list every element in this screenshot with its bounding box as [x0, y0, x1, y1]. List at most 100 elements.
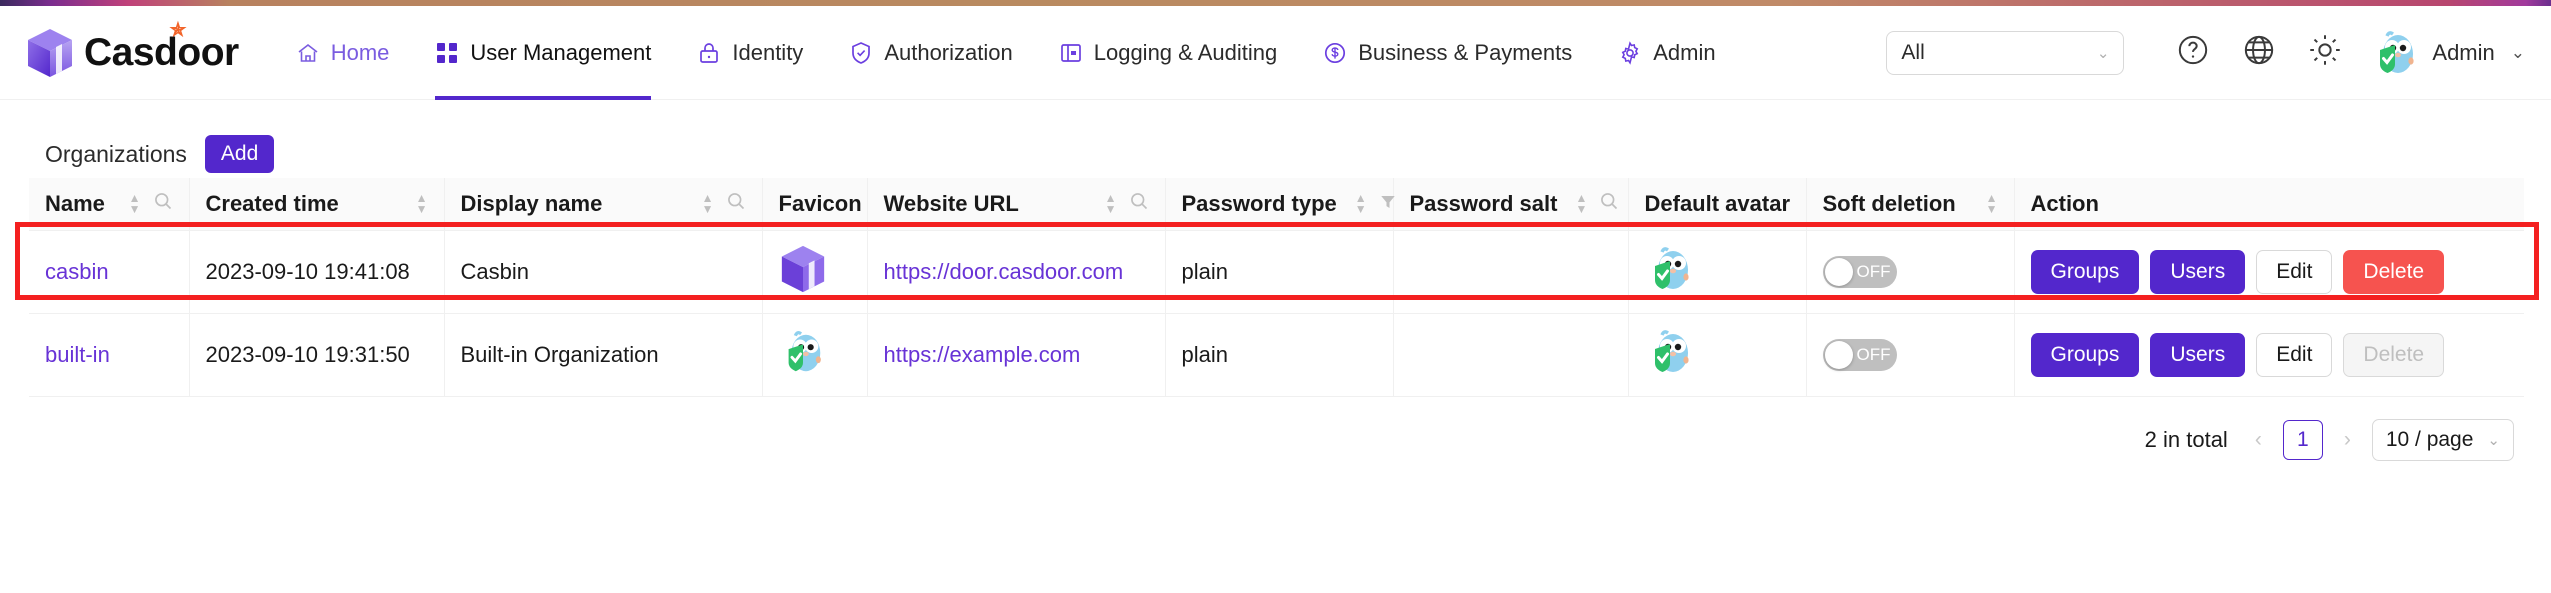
users-button[interactable]: Users: [2150, 333, 2245, 377]
search-icon[interactable]: [1129, 191, 1149, 217]
main-nav: Home User Management Identity: [273, 6, 1739, 100]
cell-default-avatar: [1628, 313, 1806, 396]
organizations-card: Organizations Add Name ▲▼: [29, 130, 2524, 461]
cell-action: Groups Users Edit Delete: [2014, 230, 2524, 313]
page-body: Organizations Add Name ▲▼: [0, 100, 2551, 593]
cell-action: Groups Users Edit Delete: [2014, 313, 2524, 396]
cell-favicon: [762, 230, 867, 313]
column-header-created-time-label: Created time: [206, 191, 339, 217]
users-button[interactable]: Users: [2150, 250, 2245, 294]
nav-item-business-payments-label: Business & Payments: [1358, 40, 1572, 66]
column-header-website-url[interactable]: Website URL ▲▼: [867, 178, 1165, 230]
nav-item-identity[interactable]: Identity: [674, 6, 826, 100]
language-button[interactable]: [2232, 26, 2286, 80]
cell-website-url: https://door.casdoor.com: [867, 230, 1165, 313]
toggle-knob: [1825, 258, 1853, 286]
column-header-created-time[interactable]: Created time ▲▼: [189, 178, 444, 230]
website-url-link[interactable]: https://door.casdoor.com: [884, 259, 1124, 284]
page-size-select[interactable]: 10 / page ⌄: [2372, 419, 2514, 461]
column-header-name[interactable]: Name ▲▼: [29, 178, 189, 230]
column-header-name-label: Name: [45, 191, 105, 217]
delete-button[interactable]: Delete: [2343, 250, 2444, 294]
column-header-action-label: Action: [2031, 191, 2099, 217]
nav-item-logging-auditing[interactable]: Logging & Auditing: [1036, 6, 1301, 100]
search-icon[interactable]: [1599, 191, 1619, 217]
organization-link[interactable]: built-in: [45, 342, 110, 367]
add-button[interactable]: Add: [205, 135, 274, 173]
toggle-label: OFF: [1857, 262, 1891, 282]
sort-icon[interactable]: ▲▼: [1986, 194, 1998, 213]
cell-soft-deletion: OFF: [1806, 313, 2014, 396]
search-icon[interactable]: [153, 191, 173, 217]
nav-item-authorization[interactable]: Authorization: [826, 6, 1035, 100]
sort-icon[interactable]: ▲▼: [702, 194, 714, 213]
chevron-down-icon: ⌄: [2487, 431, 2500, 449]
theme-toggle-button[interactable]: [2298, 26, 2352, 80]
edit-button[interactable]: Edit: [2256, 333, 2332, 377]
table-row: built-in 2023-09-10 19:31:50 Built-in Or…: [29, 313, 2524, 396]
lock-icon: [697, 41, 721, 65]
brand-name: Casdoor ✯: [84, 31, 239, 75]
page-size-value: 10 / page: [2386, 428, 2474, 452]
filter-icon[interactable]: [1379, 191, 1397, 217]
table-header-row: Name ▲▼ Created time ▲▼: [29, 178, 2524, 230]
website-url-link[interactable]: https://example.com: [884, 342, 1081, 367]
groups-button[interactable]: Groups: [2031, 250, 2140, 294]
edit-button[interactable]: Edit: [2256, 250, 2332, 294]
grid-icon: [435, 41, 459, 65]
column-header-favicon: Favicon: [762, 178, 867, 230]
brand-logo[interactable]: Casdoor ✯: [26, 6, 239, 100]
chevron-left-icon[interactable]: ‹: [2250, 428, 2267, 452]
chevron-down-icon[interactable]: ⌄: [2511, 43, 2525, 63]
action-buttons: Groups Users Edit Delete: [2031, 250, 2509, 294]
column-header-default-avatar: Default avatar: [1628, 178, 1806, 230]
nav-item-user-management[interactable]: User Management: [412, 6, 674, 100]
nav-item-logging-auditing-label: Logging & Auditing: [1094, 40, 1278, 66]
action-buttons: Groups Users Edit Delete: [2031, 333, 2509, 377]
sort-icon[interactable]: ▲▼: [1575, 194, 1587, 213]
home-icon: [296, 41, 320, 65]
search-icon[interactable]: [726, 191, 746, 217]
column-header-display-name[interactable]: Display name ▲▼: [444, 178, 762, 230]
sort-icon[interactable]: ▲▼: [416, 194, 428, 213]
pagination-page-1[interactable]: 1: [2283, 420, 2323, 460]
user-name-label: Admin: [2432, 40, 2494, 66]
log-icon: [1059, 41, 1083, 65]
avatar[interactable]: [2370, 28, 2420, 78]
cell-password-salt: [1393, 313, 1628, 396]
cell-password-type: plain: [1165, 313, 1393, 396]
column-header-soft-deletion[interactable]: Soft deletion ▲▼: [1806, 178, 2014, 230]
organizations-table: Name ▲▼ Created time ▲▼: [29, 178, 2524, 397]
nav-item-admin[interactable]: Admin: [1595, 6, 1738, 100]
organization-link[interactable]: casbin: [45, 259, 109, 284]
chevron-right-icon[interactable]: ›: [2339, 428, 2356, 452]
toggle-knob: [1825, 341, 1853, 369]
column-header-password-type[interactable]: Password type ▲▼: [1165, 178, 1393, 230]
soft-deletion-toggle[interactable]: OFF: [1823, 339, 1897, 371]
question-circle-icon: [2176, 33, 2210, 72]
nav-item-business-payments[interactable]: Business & Payments: [1300, 6, 1595, 100]
cell-soft-deletion: OFF: [1806, 230, 2014, 313]
cell-website-url: https://example.com: [867, 313, 1165, 396]
star-icon: ✯: [170, 21, 185, 40]
organization-filter-select[interactable]: All ⌄: [1886, 31, 2124, 75]
card-header: Organizations Add: [29, 130, 2524, 178]
sort-icon[interactable]: ▲▼: [129, 194, 141, 213]
cell-created-time: 2023-09-10 19:41:08: [189, 230, 444, 313]
column-header-website-url-label: Website URL: [884, 191, 1019, 217]
sort-icon[interactable]: ▲▼: [1105, 194, 1117, 213]
gopher-avatar-icon: [1645, 275, 1695, 300]
gopher-avatar-icon: [1645, 358, 1695, 383]
column-header-display-name-label: Display name: [461, 191, 603, 217]
cell-display-name: Built-in Organization: [444, 313, 762, 396]
soft-deletion-toggle[interactable]: OFF: [1823, 256, 1897, 288]
column-header-default-avatar-label: Default avatar: [1645, 191, 1791, 217]
pagination: 2 in total ‹ 1 › 10 / page ⌄: [29, 397, 2524, 461]
sort-icon[interactable]: ▲▼: [1355, 194, 1367, 213]
column-header-password-salt[interactable]: Password salt ▲▼: [1393, 178, 1628, 230]
nav-item-home[interactable]: Home: [273, 6, 413, 100]
pagination-total: 2 in total: [2145, 427, 2228, 453]
help-button[interactable]: [2166, 26, 2220, 80]
header-right-tools: All ⌄: [1886, 6, 2551, 100]
groups-button[interactable]: Groups: [2031, 333, 2140, 377]
